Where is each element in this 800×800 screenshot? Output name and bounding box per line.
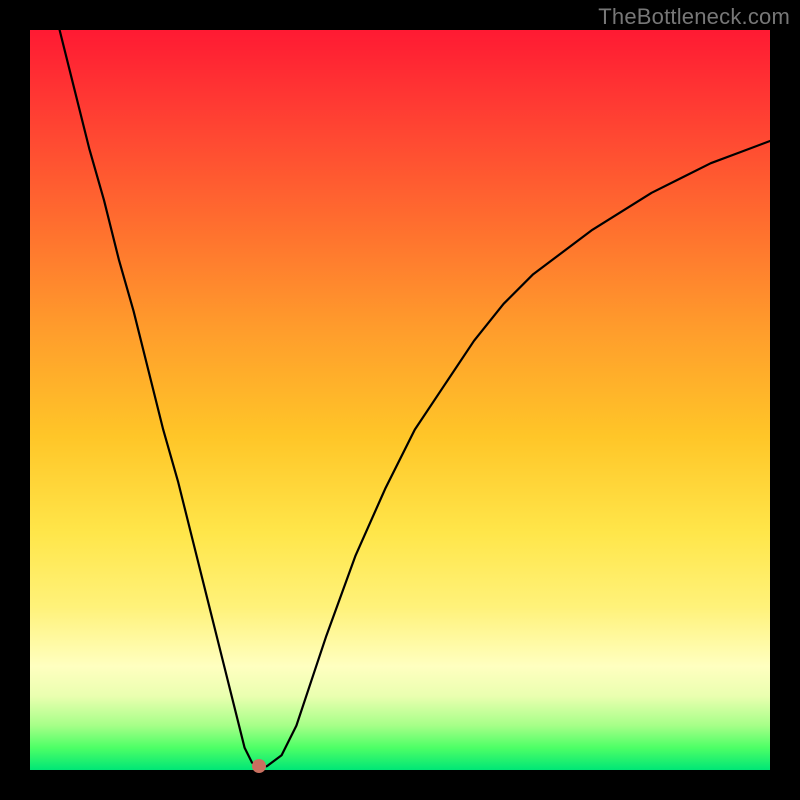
chart-frame: TheBottleneck.com — [0, 0, 800, 800]
watermark-text: TheBottleneck.com — [598, 4, 790, 30]
plot-area — [30, 30, 770, 770]
optimal-point-marker — [252, 759, 266, 773]
bottleneck-curve — [30, 30, 770, 770]
